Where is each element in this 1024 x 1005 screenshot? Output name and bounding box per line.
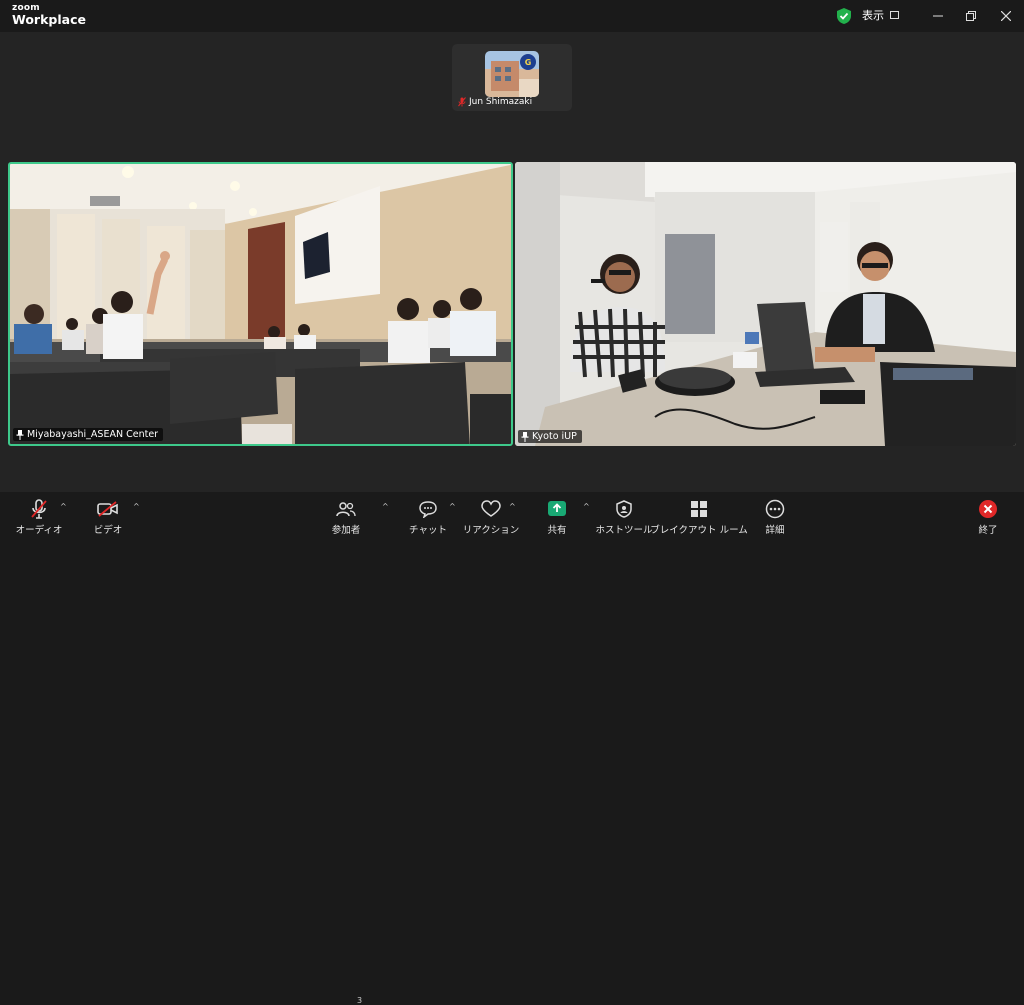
svg-text:G: G [525,58,532,67]
view-label: 表示 [862,9,884,22]
host-shield-icon [616,500,632,518]
host-tools-button[interactable]: ホストツール [595,498,653,536]
breakout-rooms-button[interactable]: ブレイクアウト ルーム [650,498,748,536]
video-options-caret[interactable]: ^ [133,502,140,511]
participants-label: 参加者 [331,525,361,536]
chat-icon [419,501,437,518]
end-meeting-button[interactable]: 終了 [975,498,1001,536]
share-label: 共有 [547,525,567,536]
chat-options-caret[interactable]: ^ [449,502,456,511]
breakout-rooms-icon [691,501,707,517]
shield-check-icon[interactable] [836,7,852,25]
video-button[interactable]: ビデオ [90,498,126,536]
meeting-room-video [515,162,1016,446]
restore-button[interactable] [958,6,984,26]
tile-name-tag: Miyabayashi_ASEAN Center [13,428,164,441]
heart-icon [481,500,501,517]
more-icon [765,499,785,519]
video-tile[interactable]: Kyoto iUP [515,162,1016,446]
share-screen-icon [548,501,566,516]
video-tile-active-speaker[interactable]: Miyabayashi_ASEAN Center [8,162,513,446]
thumbnail-participant[interactable]: G Jun Shimazaki [452,44,572,111]
tile-participant-name: Miyabayashi_ASEAN Center [27,429,159,440]
meeting-toolbar: オーディオ ^ ビデオ ^ 参加者 3 ^ チャット ^ リアクション ^ 共有… [0,492,1024,1005]
tile-participant-name: Kyoto iUP [532,431,577,442]
reactions-options-caret[interactable]: ^ [509,502,516,511]
participants-count: 3 [357,996,363,1005]
more-label: 詳細 [765,525,785,536]
app-logo: zoom Workplace [12,4,86,27]
video-label: ビデオ [93,525,123,536]
close-window-button[interactable] [993,6,1019,26]
reactions-label: リアクション [462,525,520,536]
participant-avatar: G [485,51,539,97]
host-tools-label: ホストツール [595,525,653,536]
title-bar: zoom Workplace 表示 [0,0,1024,32]
brand-large: Workplace [12,12,86,27]
pin-icon [16,429,24,440]
gallery-view-icon [890,11,899,19]
view-button[interactable]: 表示 [862,7,899,23]
share-options-caret[interactable]: ^ [583,502,590,511]
minimize-icon [933,15,943,17]
thumbnail-participant-name: Jun Shimazaki [469,97,533,107]
end-icon [979,500,997,518]
chat-label: チャット [409,525,447,536]
classroom-video [10,164,511,444]
close-icon [1001,11,1011,21]
end-label: 終了 [978,525,998,536]
audio-button[interactable]: オーディオ [15,498,63,536]
share-button[interactable]: 共有 [542,498,572,536]
more-button[interactable]: 詳細 [761,498,789,536]
muted-mic-icon [31,499,47,519]
audio-options-caret[interactable]: ^ [60,502,67,511]
breakout-rooms-label: ブレイクアウト ルーム [650,525,748,536]
participants-button[interactable]: 参加者 [328,498,364,536]
video-off-icon [97,501,118,517]
muted-mic-icon [458,97,466,107]
thumbnail-name: Jun Shimazaki [458,97,532,107]
participants-options-caret[interactable]: ^ [382,502,389,511]
pin-icon [521,431,529,442]
audio-label: オーディオ [15,525,63,536]
participants-icon [336,502,356,517]
tile-name-tag: Kyoto iUP [518,430,582,443]
restore-icon [966,11,976,21]
minimize-button[interactable] [925,6,951,26]
chat-button[interactable]: チャット [409,498,447,536]
